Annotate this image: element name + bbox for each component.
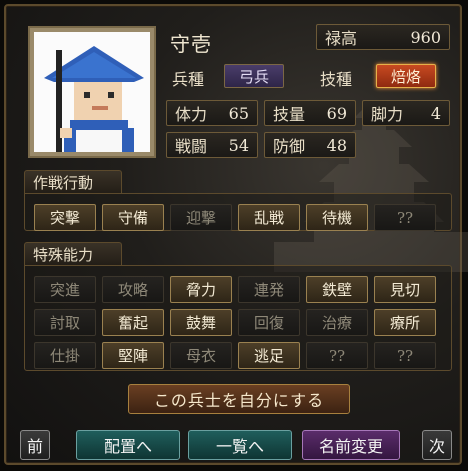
stat-hp-label: 体力 [175, 105, 208, 124]
next-button[interactable]: 次 [422, 430, 452, 460]
stipend-box: 禄高 960 [316, 24, 450, 50]
stat-legs: 脚力 4 [362, 100, 450, 126]
tactic-button[interactable]: 待機 [306, 204, 368, 231]
unit-portrait-frame [28, 26, 156, 158]
tactic-button[interactable]: 守備 [102, 204, 164, 231]
make-own-button[interactable]: この兵士を自分にする [128, 384, 350, 414]
unit-detail-panel: 守壱 禄高 960 兵種 弓兵 技種 焙烙 体力 65 技量 69 脚力 4 戦… [4, 4, 468, 465]
stat-hp-value: 65 [228, 103, 249, 123]
stat-defense-value: 48 [326, 135, 347, 155]
technique-label: 技種 [320, 70, 353, 89]
stat-skill-label: 技量 [273, 105, 306, 124]
ability-button[interactable]: 突進 [34, 276, 96, 303]
prev-button[interactable]: 前 [20, 430, 50, 460]
stat-legs-value: 4 [430, 103, 441, 123]
list-button[interactable]: 一覧へ [188, 430, 292, 460]
stat-defense-label: 防御 [273, 137, 306, 156]
tactic-button[interactable]: ?? [374, 204, 436, 231]
stat-legs-label: 脚力 [371, 105, 404, 124]
stat-hp: 体力 65 [166, 100, 258, 126]
technique-chip[interactable]: 焙烙 [376, 64, 436, 88]
ability-button[interactable]: 奮起 [102, 309, 164, 336]
castle-silhouette [274, 106, 468, 272]
ability-button[interactable]: 回復 [238, 309, 300, 336]
troop-type-label: 兵種 [172, 70, 205, 89]
ability-button[interactable]: 連発 [238, 276, 300, 303]
deploy-button[interactable]: 配置へ [76, 430, 180, 460]
stipend-label: 禄高 [325, 29, 358, 48]
ability-button[interactable]: 討取 [34, 309, 96, 336]
ability-button[interactable]: 母衣 [170, 342, 232, 369]
tactic-button[interactable]: 迎撃 [170, 204, 232, 231]
ability-button[interactable]: ?? [306, 342, 368, 369]
ability-button[interactable]: 療所 [374, 309, 436, 336]
tactics-title: 作戦行動 [24, 170, 122, 194]
stat-combat: 戦闘 54 [166, 132, 258, 158]
special-title: 特殊能力 [24, 242, 122, 266]
ability-button[interactable]: 鉄壁 [306, 276, 368, 303]
soldier-sprite-icon [44, 46, 144, 152]
stat-skill-value: 69 [326, 103, 347, 123]
ability-button[interactable]: 治療 [306, 309, 368, 336]
troop-type-chip[interactable]: 弓兵 [224, 64, 284, 88]
tactic-button[interactable]: 突撃 [34, 204, 96, 231]
ability-button[interactable]: 逃足 [238, 342, 300, 369]
unit-name: 守壱 [170, 32, 212, 56]
stat-defense: 防御 48 [264, 132, 356, 158]
ability-button[interactable]: 仕掛 [34, 342, 96, 369]
tactic-button[interactable]: 乱戦 [238, 204, 300, 231]
ability-button[interactable]: ?? [374, 342, 436, 369]
ability-button[interactable]: 見切 [374, 276, 436, 303]
stipend-value: 960 [410, 27, 441, 47]
stat-combat-value: 54 [228, 135, 249, 155]
ability-button[interactable]: 脅力 [170, 276, 232, 303]
ability-button[interactable]: 攻略 [102, 276, 164, 303]
ability-button[interactable]: 鼓舞 [170, 309, 232, 336]
ability-button[interactable]: 堅陣 [102, 342, 164, 369]
unit-portrait [34, 32, 150, 152]
stat-combat-label: 戦闘 [175, 137, 208, 156]
stat-skill: 技量 69 [264, 100, 356, 126]
rename-button[interactable]: 名前変更 [302, 430, 400, 460]
